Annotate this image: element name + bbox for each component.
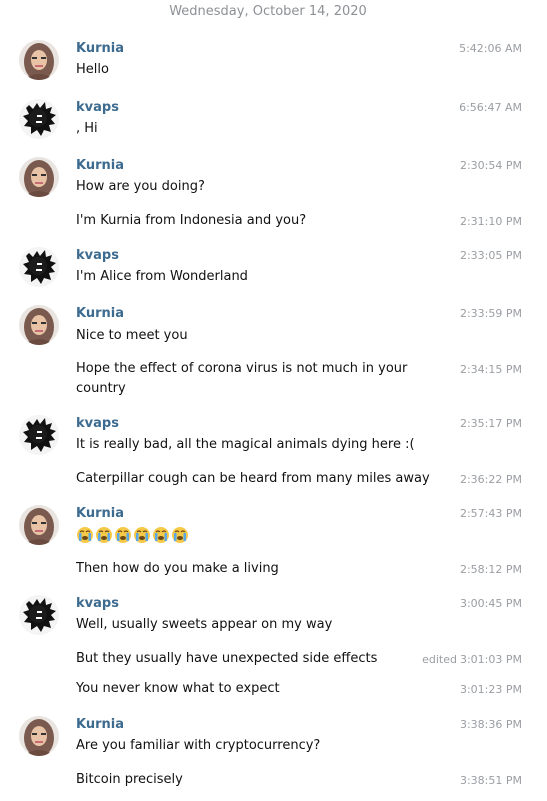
message-text: Hope the effect of corona virus is not m… (76, 361, 408, 396)
sender-name[interactable]: Kurnia (76, 717, 124, 732)
loudly-crying-face-icon (153, 527, 169, 543)
message-text: Well, usually sweets appear on my way (76, 617, 333, 632)
message-time: 2:33:05 PM (459, 249, 522, 262)
edited-label: edited (422, 653, 457, 666)
sender-name[interactable]: Kurnia (76, 306, 124, 321)
message-text: But they usually have unexpected side ef… (76, 651, 378, 666)
message-text: I'm Alice from Wonderland (76, 269, 248, 284)
message-text: Are you familiar with cryptocurrency? (76, 738, 321, 753)
message-time: 2:36:22 PM (459, 473, 522, 486)
message-time: 6:56:47 AM (459, 101, 522, 114)
sender-name[interactable]: Kurnia (76, 506, 124, 521)
message-time: 2:35:17 PM (459, 417, 522, 430)
message-text: Nice to meet you (76, 328, 188, 343)
sender-name[interactable]: kvaps (76, 100, 119, 115)
message-time: edited 3:01:03 PM (422, 653, 522, 666)
sender-name[interactable]: kvaps (76, 596, 119, 611)
message-text: I'm Kurnia from Indonesia and you? (76, 213, 307, 228)
loudly-crying-face-icon (172, 527, 188, 543)
avatar-kvaps[interactable] (19, 99, 59, 139)
sender-name[interactable]: Kurnia (76, 158, 124, 173)
message-time: 2:57:43 PM (459, 507, 522, 520)
message-time: 3:01:23 PM (459, 683, 522, 696)
message-time-value: 3:01:03 PM (459, 653, 522, 666)
message-time: 2:33:59 PM (459, 307, 522, 320)
date-divider: Wednesday, October 14, 2020 (169, 4, 367, 19)
sender-name[interactable]: Kurnia (76, 41, 124, 56)
sender-name[interactable]: kvaps (76, 416, 119, 431)
emoji-message (76, 526, 446, 544)
avatar-kurnia[interactable] (19, 716, 59, 756)
sender-name[interactable]: kvaps (76, 248, 119, 263)
message-time: 2:30:54 PM (459, 159, 522, 172)
loudly-crying-face-icon (96, 527, 112, 543)
avatar-kurnia[interactable] (19, 305, 59, 345)
message-text: Caterpillar cough can be heard from many… (76, 471, 430, 486)
message-time: 2:31:10 PM (459, 215, 522, 228)
message-time: 3:00:45 PM (459, 597, 522, 610)
loudly-crying-face-icon (77, 527, 93, 543)
message-text: How are you doing? (76, 179, 205, 194)
message-text: It is really bad, all the magical animal… (76, 437, 415, 452)
message-text: You never know what to expect (76, 681, 280, 696)
avatar-kurnia[interactable] (19, 505, 59, 545)
loudly-crying-face-icon (134, 527, 150, 543)
message-text: Bitcoin precisely (76, 772, 183, 787)
message-time: 3:38:51 PM (459, 774, 522, 787)
message-time: 2:34:15 PM (459, 363, 522, 376)
message-time: 3:38:36 PM (459, 718, 522, 731)
message-time: 2:58:12 PM (459, 563, 522, 576)
message-text: Hello (76, 62, 109, 77)
avatar-kurnia[interactable] (19, 40, 59, 80)
avatar-kvaps[interactable] (19, 247, 59, 287)
avatar-kvaps[interactable] (19, 595, 59, 635)
avatar-kvaps[interactable] (19, 415, 59, 455)
message-text: Then how do you make a living (76, 561, 279, 576)
loudly-crying-face-icon (115, 527, 131, 543)
message-time: 5:42:06 AM (459, 42, 522, 55)
avatar-kurnia[interactable] (19, 157, 59, 197)
message-text: , Hi (76, 121, 98, 136)
